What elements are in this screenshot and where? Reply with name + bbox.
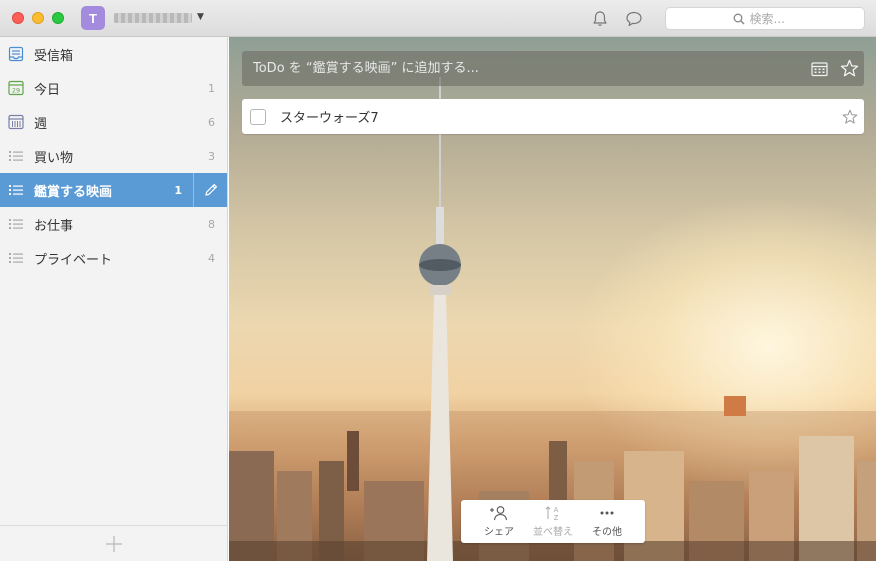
add-todo-input[interactable] [242, 51, 804, 86]
edit-list-button[interactable] [193, 173, 227, 207]
due-date-button[interactable] [804, 51, 834, 86]
sidebar-item-work[interactable]: お仕事 8 [0, 207, 227, 241]
add-todo-bar [242, 51, 864, 86]
task-list-area: スターウォーズ7 シェア AZ 並べ替え その他 [229, 37, 876, 561]
more-label: その他 [592, 527, 622, 538]
close-window-button[interactable] [12, 12, 24, 24]
minimize-window-button[interactable] [32, 12, 44, 24]
sidebar-item-count: 8 [208, 217, 215, 231]
add-list-button[interactable] [0, 525, 227, 561]
calendar-week-icon [8, 114, 24, 130]
sidebar-item-today[interactable]: 29 今日 1 [0, 71, 227, 105]
search-icon [733, 13, 744, 24]
speech-bubble-icon[interactable] [624, 9, 644, 29]
sort-az-icon: AZ [545, 506, 559, 521]
list-icon [8, 182, 24, 198]
calendar-icon [810, 61, 828, 76]
star-icon [842, 109, 858, 124]
sidebar-item-count: 4 [208, 251, 215, 265]
more-dots-icon [600, 511, 614, 515]
user-name-blurred[interactable] [114, 13, 192, 23]
search-field[interactable] [665, 7, 865, 30]
sidebar-item-label: お仕事 [34, 218, 74, 234]
sidebar-item-label: 買い物 [34, 150, 74, 166]
sidebar-item-private[interactable]: プライベート 4 [0, 241, 227, 275]
calendar-today-icon: 29 [8, 80, 24, 96]
list-toolbar: シェア AZ 並べ替え その他 [461, 500, 645, 543]
maximize-window-button[interactable] [52, 12, 64, 24]
sidebar-item-label: 週 [34, 116, 48, 132]
sort-label: 並べ替え [533, 527, 573, 538]
list-icon [8, 216, 24, 232]
svg-text:A: A [554, 506, 559, 514]
sidebar-item-label: 受信箱 [34, 48, 74, 64]
sidebar-item-count: 3 [208, 149, 215, 163]
sidebar-item-count: 6 [208, 115, 215, 129]
user-avatar[interactable]: T [81, 6, 105, 30]
task-star-button[interactable] [836, 99, 864, 134]
sidebar-item-label: プライベート [34, 252, 113, 268]
sidebar-item-shopping[interactable]: 買い物 3 [0, 139, 227, 173]
list-icon [8, 148, 24, 164]
plus-icon [105, 535, 122, 552]
pencil-icon [204, 184, 217, 196]
sort-button[interactable]: AZ 並べ替え [526, 500, 580, 543]
bell-icon[interactable] [590, 9, 610, 29]
list-icon [8, 250, 24, 266]
more-button[interactable]: その他 [580, 500, 634, 543]
sidebar-item-week[interactable]: 週 6 [0, 105, 227, 139]
sidebar-item-count: 1 [174, 183, 182, 197]
svg-text:29: 29 [12, 87, 20, 95]
task-item[interactable]: スターウォーズ7 [242, 99, 864, 134]
svg-text:Z: Z [554, 514, 559, 521]
chevron-down-icon[interactable]: ▼ [197, 12, 204, 22]
title-bar: T ▼ [0, 0, 876, 37]
star-icon [840, 59, 858, 77]
sidebar-item-inbox[interactable]: 受信箱 [0, 37, 227, 71]
star-new-todo-button[interactable] [834, 51, 864, 86]
share-button[interactable]: シェア [472, 500, 526, 543]
share-label: シェア [484, 527, 514, 538]
sidebar-item-label: 今日 [34, 82, 61, 98]
inbox-icon [8, 46, 24, 62]
add-person-icon [490, 506, 508, 521]
task-title[interactable]: スターウォーズ7 [280, 107, 836, 126]
sidebar: 受信箱 29 今日 1 週 6 買い物 3 鑑賞する映画 1 お仕事 8 プライ… [0, 37, 228, 561]
sidebar-item-count: 1 [208, 81, 215, 95]
search-input[interactable] [749, 11, 798, 26]
task-checkbox[interactable] [250, 108, 266, 125]
sidebar-item-label: 鑑賞する映画 [34, 184, 113, 200]
sidebar-item-movies[interactable]: 鑑賞する映画 1 [0, 173, 227, 207]
